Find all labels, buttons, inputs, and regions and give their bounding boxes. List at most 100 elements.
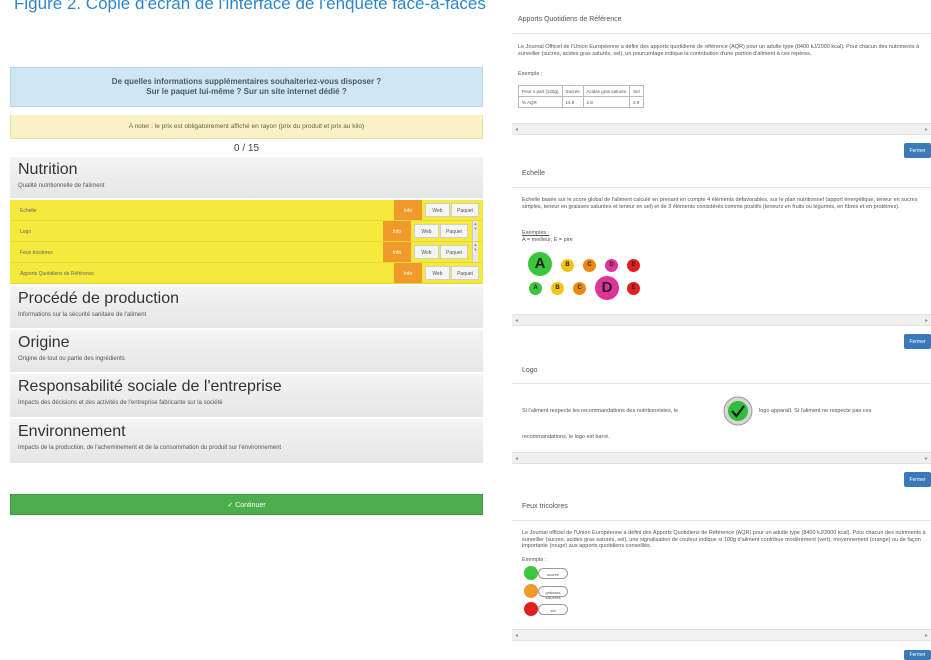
table-cell: Sel <box>629 85 644 97</box>
echelle-text: Echelle basée sur le score global de l'a… <box>522 197 918 210</box>
fermer-button[interactable]: Fermer <box>904 650 931 660</box>
paquet-button[interactable]: Paquet <box>440 245 468 259</box>
nutri-badge: B <box>551 282 564 295</box>
scroll-right-icon[interactable]: ▸ <box>925 317 928 324</box>
ajr-title: Apports Quotidiens de Référence <box>518 16 622 23</box>
paquet-button[interactable]: Paquet <box>451 203 479 217</box>
logo-title: Logo <box>522 367 538 374</box>
ajr-text: Le Journal Officiel de l'Union Européenn… <box>518 44 920 57</box>
question-line-1: De quelles informations supplémentaires … <box>111 77 382 86</box>
section-subtitle: Impacts de la production, de l'acheminem… <box>18 445 282 451</box>
echelle-title: Echelle <box>522 170 545 177</box>
table-cell: Sucres <box>561 85 584 97</box>
continue-label: Continuer <box>235 502 266 509</box>
section-title: Origine <box>18 334 70 351</box>
info-button[interactable]: Info <box>394 263 422 283</box>
section-title: Environnement <box>18 423 126 440</box>
nutri-badge: C <box>573 282 586 295</box>
feux-title: Feux tricolores <box>522 503 568 510</box>
continue-button[interactable]: ✓ Continuer <box>10 494 483 515</box>
logo-text-2: logo apparaît. Si l'aliment ne respecte … <box>759 408 872 414</box>
table-cell: Acides gras saturés <box>582 85 631 97</box>
question-line-2: Sur le paquet lui-même ? Sur un site int… <box>146 87 347 96</box>
figure-caption: Figure 2. Copie d'écran de l'interface d… <box>14 0 486 13</box>
logo-text-3: recommandations, le logo est barré. <box>522 434 610 440</box>
fermer-button[interactable]: Fermer <box>904 334 931 349</box>
echelle-legend: A = meilleur, E = pire <box>522 237 573 243</box>
scroll-left-icon[interactable]: ◂ <box>515 126 518 133</box>
section-title: Nutrition <box>18 161 78 178</box>
row-label: Feux tricolores <box>20 250 53 256</box>
section-rse[interactable]: Responsabilité sociale de l'entreprise I… <box>10 374 483 419</box>
paquet-button[interactable]: Paquet <box>451 266 479 280</box>
section-nutrition[interactable]: Nutrition Qualité nutritionnelle de l'al… <box>10 157 483 200</box>
table-cell: % AQR <box>518 96 563 108</box>
nutri-badge: B <box>561 259 574 272</box>
web-button[interactable]: Web <box>425 203 450 217</box>
horizontal-scrollbar[interactable]: ◂ ▸ <box>512 452 931 464</box>
nutri-badge-large: A <box>528 252 552 276</box>
ajr-table: Pour 1 part (125g) Sucres Acides gras sa… <box>518 85 644 108</box>
check-circle-icon: ✓ <box>227 502 234 509</box>
feux-example-label: Exemple : <box>522 557 547 563</box>
section-title: Procédé de production <box>18 290 179 307</box>
info-button[interactable]: Info <box>394 200 422 220</box>
scroll-arrows[interactable]: ▲ ▼ <box>472 221 478 241</box>
fermer-button[interactable]: Fermer <box>904 143 931 158</box>
horizontal-scrollbar[interactable]: ◂ ▸ <box>512 314 931 326</box>
check-badge-icon <box>721 396 755 426</box>
scroll-left-icon[interactable]: ◂ <box>515 455 518 462</box>
scroll-arrows[interactable]: ▲ ▼ <box>472 242 478 262</box>
section-subtitle: Qualité nutritionnelle de l'aliment <box>18 183 105 189</box>
survey-panel: De quelles informations supplémentaires … <box>10 67 483 465</box>
scroll-right-icon[interactable]: ▸ <box>925 126 928 133</box>
section-subtitle: Informations sur la sécurité sanitaire d… <box>18 312 147 318</box>
nutrition-row-echelle: Echelle Info Web Paquet <box>10 200 483 221</box>
nutri-badge: A <box>529 282 542 295</box>
section-subtitle: Origine de tout ou partie des ingrédient… <box>18 356 125 362</box>
divider <box>512 33 931 34</box>
table-row: % AQR 14.8 2.8 2.8 <box>518 96 644 108</box>
ajr-example-label: Exemple : <box>518 71 543 77</box>
scroll-left-icon[interactable]: ◂ <box>515 317 518 324</box>
nutri-badge-large: D <box>595 276 619 300</box>
horizontal-scrollbar[interactable]: ◂ ▸ <box>512 123 931 135</box>
traffic-light-label: graisses saturées <box>538 586 568 600</box>
traffic-light-label: sucres <box>538 568 568 579</box>
section-origine[interactable]: Origine Origine de tout ou partie des in… <box>10 330 483 374</box>
row-label: Logo <box>20 229 32 235</box>
nutrition-row-logo: Logo Info Web Paquet ▲ ▼ <box>10 221 483 242</box>
horizontal-scrollbar[interactable]: ◂ ▸ <box>512 629 931 641</box>
table-cell: 2.8 <box>582 96 631 108</box>
nutri-badge: D <box>605 259 618 272</box>
scroll-right-icon[interactable]: ▸ <box>925 455 928 462</box>
web-button[interactable]: Web <box>414 224 439 238</box>
orange-light-icon <box>524 584 538 598</box>
divider <box>512 187 931 188</box>
section-environnement[interactable]: Environnement Impacts de la production, … <box>10 419 483 465</box>
section-procede[interactable]: Procédé de production Informations sur l… <box>10 286 483 330</box>
info-button[interactable]: Info <box>383 242 411 262</box>
echelle-examples-label: Exemples : <box>522 230 550 236</box>
green-light-icon <box>524 566 538 580</box>
scroll-left-icon[interactable]: ◂ <box>515 632 518 639</box>
web-button[interactable]: Web <box>414 245 439 259</box>
nutri-badge: C <box>583 259 596 272</box>
nutri-badge: E <box>627 259 640 272</box>
row-label: Apports Quotidiens de Référence <box>20 271 94 277</box>
nutrition-row-ajr: Apports Quotidiens de Référence Info Web… <box>10 263 483 284</box>
logo-text-1: Si l'aliment respecte les recommandation… <box>522 408 679 414</box>
table-header-row: Pour 1 part (125g) Sucres Acides gras sa… <box>518 85 644 97</box>
traffic-light-label: sel <box>538 604 568 615</box>
info-panels: Apports Quotidiens de Référence Le Journ… <box>508 0 931 660</box>
table-cell: 2.8 <box>629 96 644 108</box>
nutri-badge: E <box>627 282 640 295</box>
scroll-right-icon[interactable]: ▸ <box>925 632 928 639</box>
web-button[interactable]: Web <box>425 266 450 280</box>
fermer-button[interactable]: Fermer <box>904 472 931 487</box>
section-subtitle: Impacts des décisions et des activités d… <box>18 400 223 406</box>
info-button[interactable]: Info <box>383 221 411 241</box>
row-label: Echelle <box>20 208 37 214</box>
question-banner: De quelles informations supplémentaires … <box>10 67 483 107</box>
paquet-button[interactable]: Paquet <box>440 224 468 238</box>
